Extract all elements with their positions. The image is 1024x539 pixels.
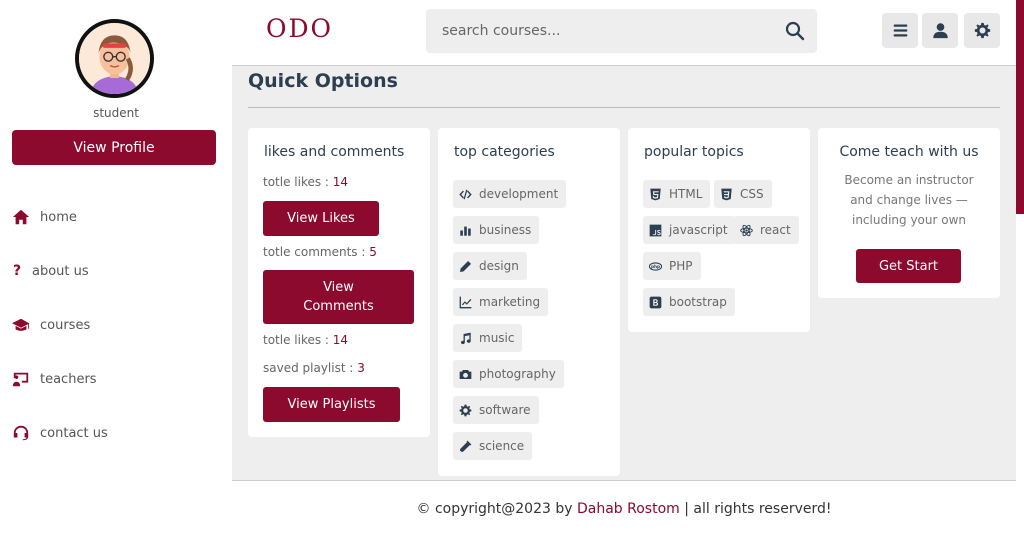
teach-description: Become an instructor and change lives — …	[844, 173, 974, 227]
avatar[interactable]	[75, 19, 154, 98]
menu-icon	[893, 24, 907, 37]
pen-icon	[459, 260, 472, 272]
bootstrap-icon	[649, 296, 662, 308]
topic-css[interactable]: CSS	[714, 180, 772, 208]
category-development[interactable]: development	[453, 180, 567, 208]
chart-bar-icon	[460, 226, 471, 236]
get-start-button[interactable]: Get Start	[856, 249, 961, 283]
nav-item-about[interactable]: ? about us	[12, 262, 89, 280]
react-icon	[740, 224, 753, 236]
css3-icon	[721, 188, 732, 200]
nav-item-home[interactable]: home	[12, 208, 77, 226]
category-science[interactable]: science	[453, 432, 533, 460]
nav-item-label: home	[40, 209, 77, 225]
svg-text:php: php	[651, 264, 660, 269]
card-title: popular topics	[644, 144, 744, 160]
user-icon	[932, 23, 948, 39]
view-likes-button[interactable]: View Likes	[263, 201, 379, 236]
topic-react[interactable]: react	[734, 216, 799, 244]
code-icon	[459, 189, 472, 199]
popular-topics-card: popular topics HTML CSS javascript react…	[628, 128, 810, 332]
copyright-text: © copyright@2023 by	[416, 501, 577, 517]
total-likes-stat-2: totle likes : 14	[263, 333, 349, 347]
headset-icon	[12, 424, 30, 442]
topic-html[interactable]: HTML	[643, 180, 711, 208]
question-icon: ?	[12, 263, 22, 279]
chart-line-icon	[459, 296, 472, 308]
music-icon	[460, 332, 471, 344]
view-profile-button[interactable]: View Profile	[12, 130, 216, 165]
card-title: Come teach with us	[839, 144, 979, 160]
nav-item-label: contact us	[40, 425, 108, 441]
category-music[interactable]: music	[453, 324, 523, 352]
gear-icon	[974, 22, 990, 39]
top-categories-card: top categories development business desi…	[438, 128, 620, 476]
topic-javascript[interactable]: javascript	[643, 216, 736, 244]
rights-text: | all rights reserverd!	[679, 501, 832, 517]
search-box	[426, 9, 817, 53]
camera-icon	[459, 369, 472, 379]
category-photography[interactable]: photography	[453, 360, 564, 388]
nav-item-contact[interactable]: contact us	[12, 424, 108, 442]
graduation-cap-icon	[12, 316, 30, 334]
nav-item-teachers[interactable]: teachers	[12, 370, 97, 388]
header: ODO	[232, 0, 1016, 66]
topic-bootstrap[interactable]: bootstrap	[643, 288, 735, 316]
vial-icon	[460, 440, 472, 452]
author-link[interactable]: Dahab Rostom	[577, 501, 680, 517]
home-icon	[12, 208, 30, 226]
saved-playlist-stat: saved playlist : 3	[263, 361, 365, 375]
html5-icon	[650, 188, 661, 200]
divider	[248, 107, 1000, 108]
category-marketing[interactable]: marketing	[453, 288, 549, 316]
logo[interactable]: ODO	[266, 14, 333, 43]
nav-item-label: teachers	[40, 371, 97, 387]
settings-button[interactable]	[964, 13, 1000, 48]
user-button[interactable]	[922, 13, 958, 48]
search-icon[interactable]	[785, 21, 805, 41]
nav-item-label: about us	[32, 263, 89, 279]
page-title: Quick Options	[248, 70, 398, 92]
category-business[interactable]: business	[453, 216, 540, 244]
nav-item-courses[interactable]: courses	[12, 316, 90, 334]
category-software[interactable]: software	[453, 396, 539, 424]
javascript-icon	[649, 224, 662, 236]
chalkboard-teacher-icon	[12, 370, 30, 388]
footer: © copyright@2023 by Dahab Rostom | all r…	[232, 480, 1016, 539]
nav-item-label: courses	[40, 317, 91, 333]
view-playlists-button[interactable]: View Playlists	[263, 387, 400, 422]
teach-card: Come teach with us Become an instructor …	[818, 128, 1000, 298]
search-input[interactable]	[426, 9, 766, 53]
gear-icon	[459, 404, 472, 416]
total-likes-stat: totle likes : 14	[263, 175, 349, 189]
card-title: likes and comments	[264, 144, 405, 160]
card-title: top categories	[454, 144, 555, 160]
category-design[interactable]: design	[453, 252, 527, 280]
likes-comments-card: likes and comments totle likes : 14 View…	[248, 128, 430, 437]
sidebar: student View Profile home ? about us cou…	[0, 0, 232, 539]
total-comments-stat: totle comments : 5	[263, 245, 377, 259]
user-role: student	[93, 106, 139, 120]
php-icon: php	[649, 261, 662, 271]
scrollbar-thumb[interactable]	[1016, 0, 1024, 214]
menu-button[interactable]	[882, 13, 918, 48]
view-comments-button[interactable]: View Comments	[263, 270, 414, 324]
topic-php[interactable]: php PHP	[643, 252, 701, 280]
